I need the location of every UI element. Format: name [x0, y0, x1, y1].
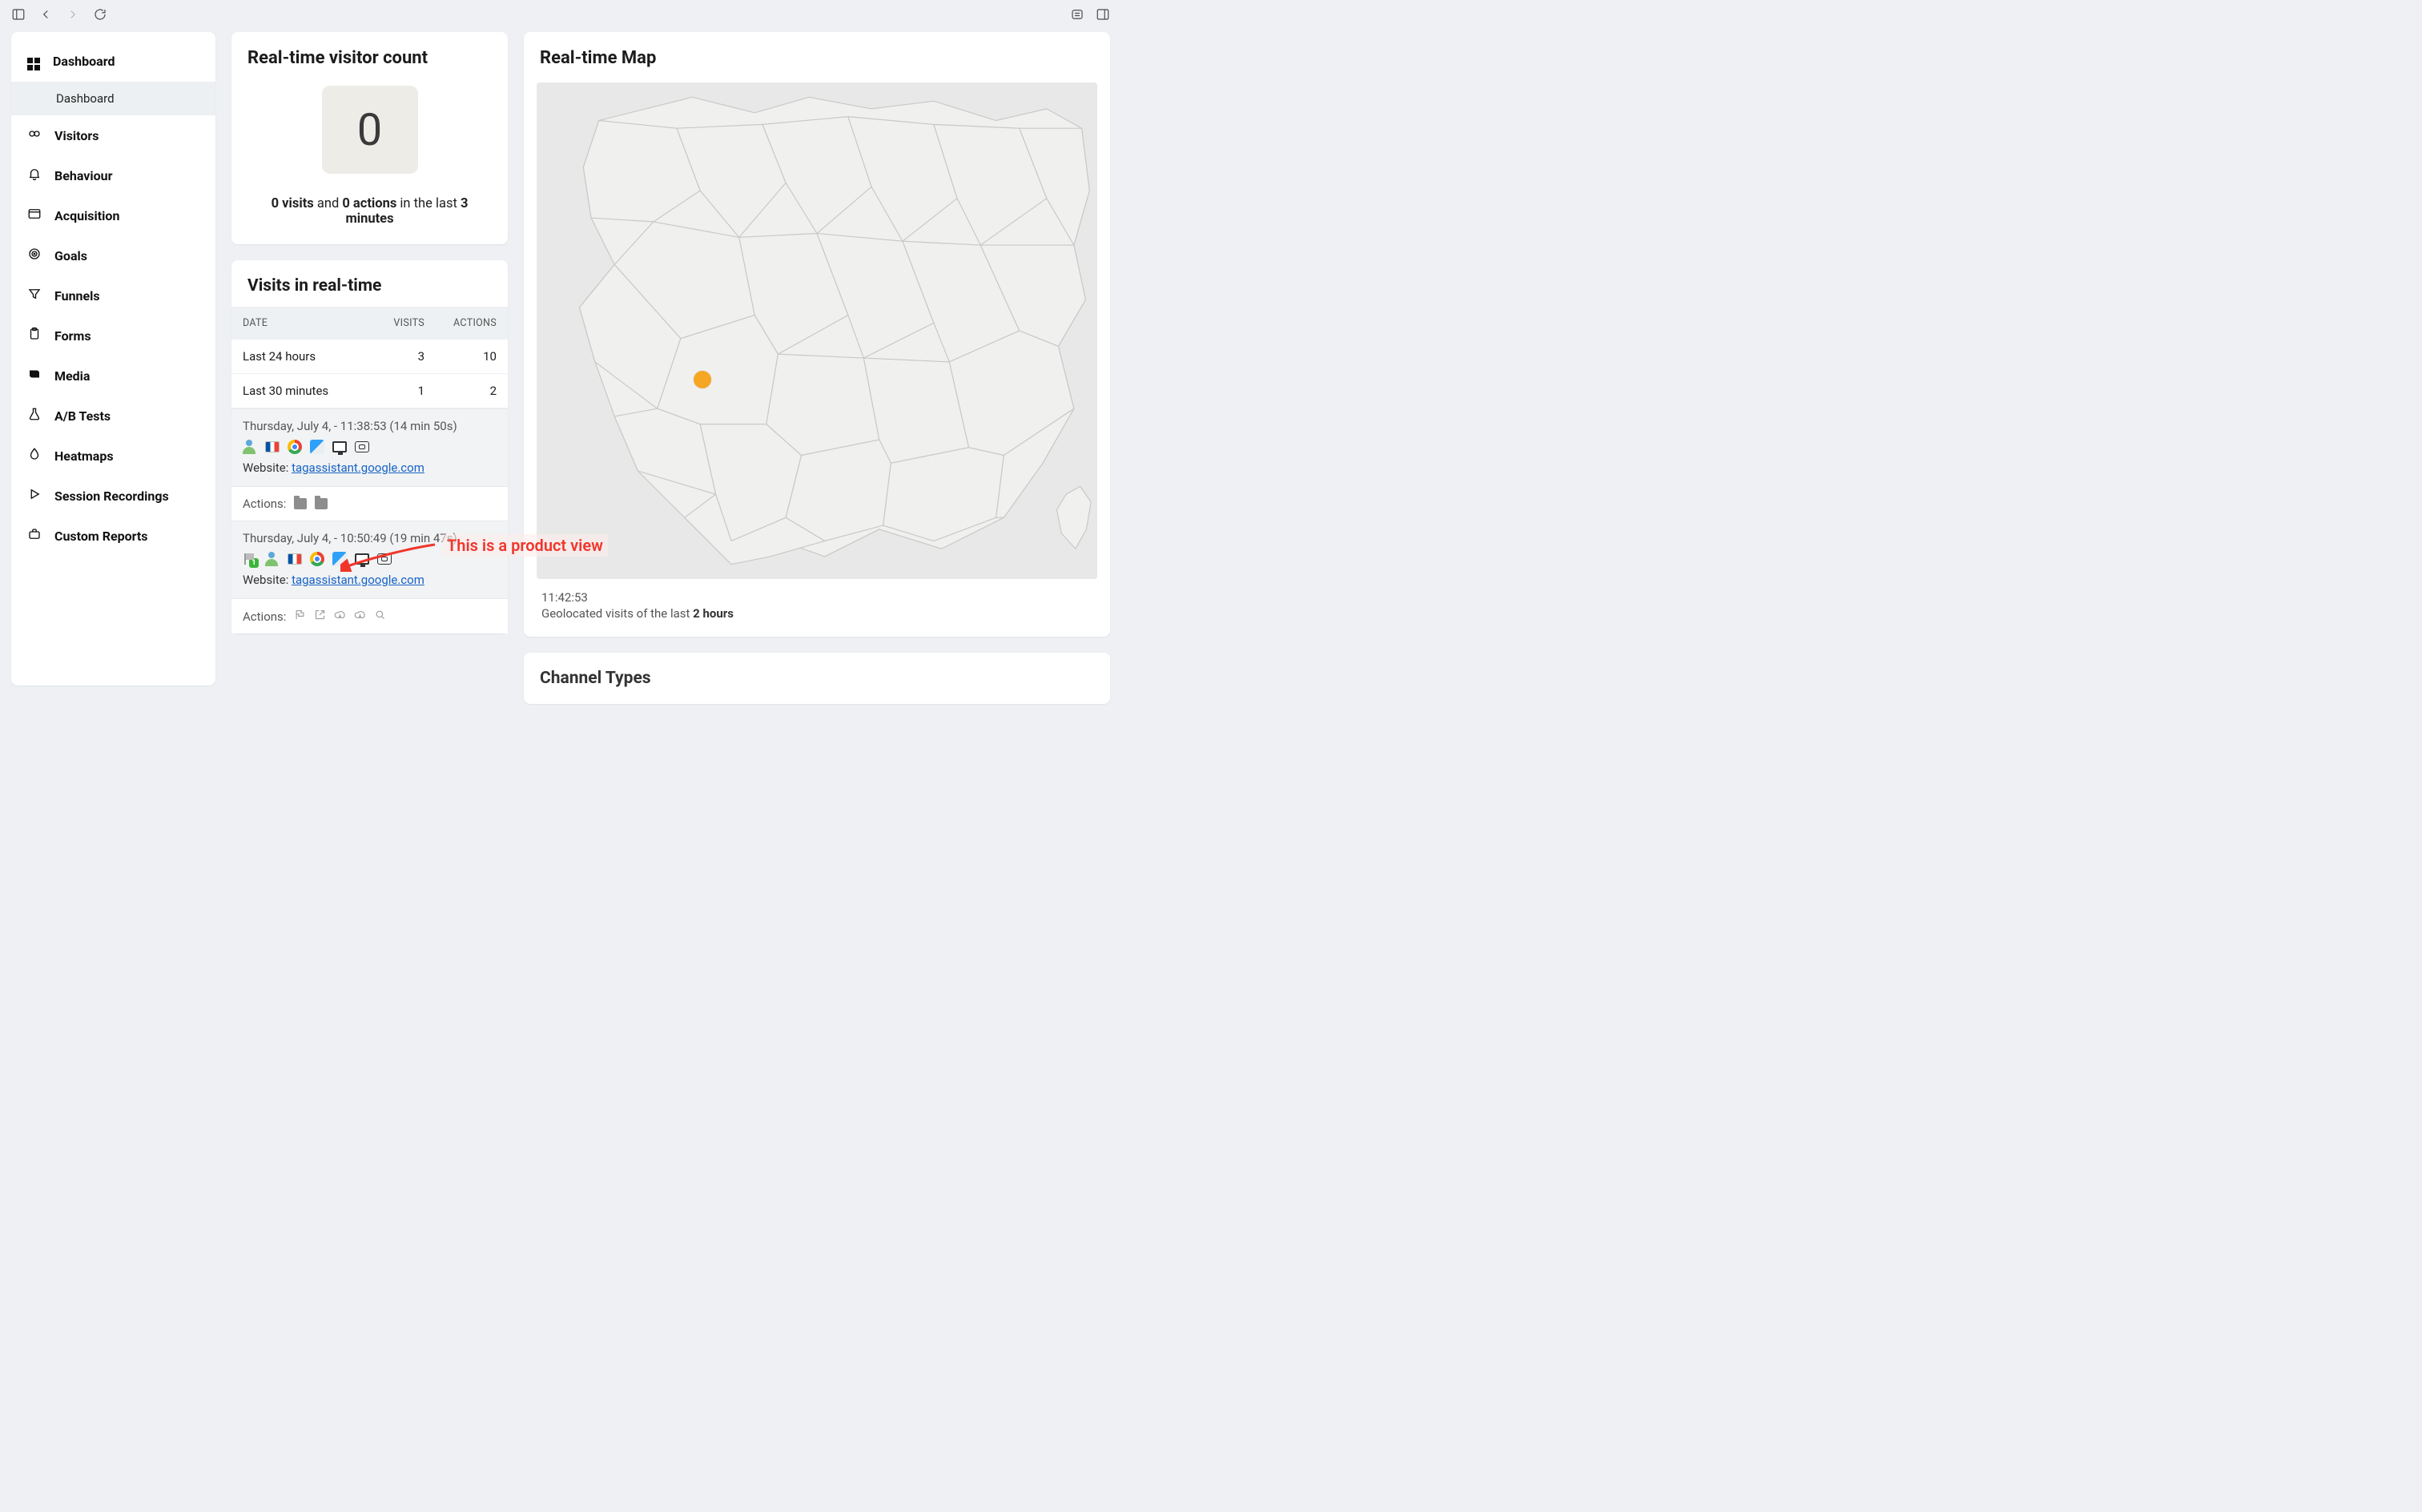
sidebar-item-label: Visitors: [54, 128, 99, 143]
search-icon[interactable]: [374, 609, 386, 624]
visit-website: Website: tagassistant.google.com: [243, 573, 497, 587]
panel-left-icon[interactable]: [11, 7, 26, 25]
visit-timestamp: Thursday, July 4, - 11:38:53 (14 min 50s…: [243, 419, 497, 433]
sidebar-item-behaviour[interactable]: Behaviour: [11, 155, 215, 195]
sidebar-item-media[interactable]: Media: [11, 356, 215, 396]
sidebar-sub-label: Dashboard: [56, 91, 115, 106]
list-overlay-icon[interactable]: [1070, 7, 1084, 25]
sidebar-item-label: Goals: [54, 248, 87, 263]
plugin-icon: [355, 440, 369, 454]
col-visits: VISITS: [376, 317, 424, 329]
droplet-icon: [27, 447, 42, 464]
col-actions: ACTIONS: [424, 317, 497, 329]
browser-toolbar: [0, 0, 1121, 32]
rt-table-head: DATE VISITS ACTIONS: [231, 307, 508, 340]
visits-realtime-card: Visits in real-time DATE VISITS ACTIONS …: [231, 260, 508, 633]
nav-back-icon[interactable]: [38, 7, 53, 25]
returning-visitor-icon: 1: [243, 552, 257, 566]
sidebar-sub-dashboard[interactable]: Dashboard: [11, 82, 215, 115]
visit-actions: Actions:: [231, 598, 508, 633]
visit-entry[interactable]: Thursday, July 4, - 10:50:49 (19 min 47s…: [231, 521, 508, 598]
external-link-icon[interactable]: [314, 609, 326, 624]
sidebar-item-label: Forms: [54, 328, 91, 344]
visitor-icon: [265, 552, 280, 566]
folder-icon[interactable]: [294, 498, 307, 509]
chrome-icon: [310, 552, 324, 566]
sidebar-item-custom-reports[interactable]: Custom Reports: [11, 516, 215, 556]
sidebar-item-dashboard[interactable]: Dashboard: [11, 40, 215, 82]
map[interactable]: [537, 82, 1097, 579]
cloud-download-icon[interactable]: [334, 609, 346, 624]
map-title: Real-time Map: [524, 32, 1110, 68]
dashboard-icon: [27, 51, 40, 70]
sidebar-item-label: Behaviour: [54, 168, 112, 183]
rt-row[interactable]: Last 30 minutes 1 2: [231, 374, 508, 408]
channel-types-card: Channel Types: [524, 653, 1110, 704]
target-icon: [27, 247, 42, 264]
sidebar-item-label: Session Recordings: [54, 489, 169, 504]
sidebar-item-funnels[interactable]: Funnels: [11, 275, 215, 316]
map-caption: 11:42:53 Geolocated visits of the last 2…: [524, 579, 751, 637]
sidebar-item-abtests[interactable]: A/B Tests: [11, 396, 215, 436]
window-icon: [27, 207, 42, 224]
folder-icon[interactable]: [315, 498, 328, 509]
panel-right-icon[interactable]: [1096, 7, 1110, 25]
clipboard-icon: [27, 327, 42, 344]
visits-realtime-title: Visits in real-time: [231, 260, 508, 296]
visitor-count-card: Real-time visitor count 0 0 visits and 0…: [231, 32, 508, 244]
sidebar-item-label: Heatmaps: [54, 448, 114, 464]
channel-types-title: Channel Types: [540, 669, 1094, 688]
visit-website-link[interactable]: tagassistant.google.com: [292, 573, 424, 587]
visitors-icon: [27, 127, 42, 144]
chrome-icon: [288, 440, 302, 454]
col-date: DATE: [243, 317, 376, 329]
sidebar-item-label: Media: [54, 368, 90, 384]
funnel-icon: [27, 287, 42, 304]
map-marker[interactable]: [694, 371, 711, 388]
play-icon: [27, 487, 42, 505]
flag-fr-icon: [265, 440, 280, 454]
nav-forward-icon: [66, 7, 80, 25]
visit-website-link[interactable]: tagassistant.google.com: [292, 460, 424, 475]
cloud-download-icon[interactable]: [354, 609, 366, 624]
sidebar-item-goals[interactable]: Goals: [11, 235, 215, 275]
sidebar: Dashboard Dashboard Visitors Behaviour A…: [11, 32, 215, 686]
macos-icon: [332, 552, 347, 566]
sidebar-item-label: Acquisition: [54, 208, 119, 223]
bell-icon: [27, 167, 42, 184]
sidebar-item-heatmaps[interactable]: Heatmaps: [11, 436, 215, 476]
desktop-icon: [332, 440, 347, 454]
visit-actions: Actions:: [231, 486, 508, 521]
reload-icon[interactable]: [93, 7, 107, 25]
briefcase-icon: [27, 527, 42, 545]
actions-label: Actions:: [243, 609, 286, 624]
rt-row[interactable]: Last 24 hours 3 10: [231, 340, 508, 374]
macos-icon: [310, 440, 324, 454]
sidebar-item-label: Custom Reports: [54, 529, 148, 544]
desktop-icon: [355, 552, 369, 566]
flag-fr-icon: [288, 552, 302, 566]
realtime-map-card: Real-time Map: [524, 32, 1110, 637]
media-icon: [27, 367, 42, 384]
sidebar-item-label: Dashboard: [53, 54, 115, 69]
sidebar-item-visitors[interactable]: Visitors: [11, 115, 215, 155]
sidebar-item-forms[interactable]: Forms: [11, 316, 215, 356]
visit-timestamp: Thursday, July 4, - 10:50:49 (19 min 47s…: [243, 531, 497, 545]
flag-outline-icon[interactable]: [294, 609, 306, 624]
sidebar-item-label: Funnels: [54, 288, 100, 304]
sidebar-item-label: A/B Tests: [54, 408, 111, 424]
actions-label: Actions:: [243, 497, 286, 511]
sidebar-item-session-recordings[interactable]: Session Recordings: [11, 476, 215, 516]
map-timestamp: 11:42:53: [541, 590, 734, 605]
sidebar-item-acquisition[interactable]: Acquisition: [11, 195, 215, 235]
plugin-icon: [377, 552, 392, 566]
visit-website: Website: tagassistant.google.com: [243, 460, 497, 475]
visitor-count-number: 0: [357, 103, 382, 156]
visitor-icon: [243, 440, 257, 454]
visit-entry[interactable]: Thursday, July 4, - 11:38:53 (14 min 50s…: [231, 408, 508, 486]
visitor-count-box: 0: [322, 86, 418, 174]
visitor-count-subtitle: 0 visits and 0 actions in the last 3 min…: [231, 174, 508, 244]
flask-icon: [27, 407, 42, 424]
visitor-count-title: Real-time visitor count: [231, 32, 508, 68]
